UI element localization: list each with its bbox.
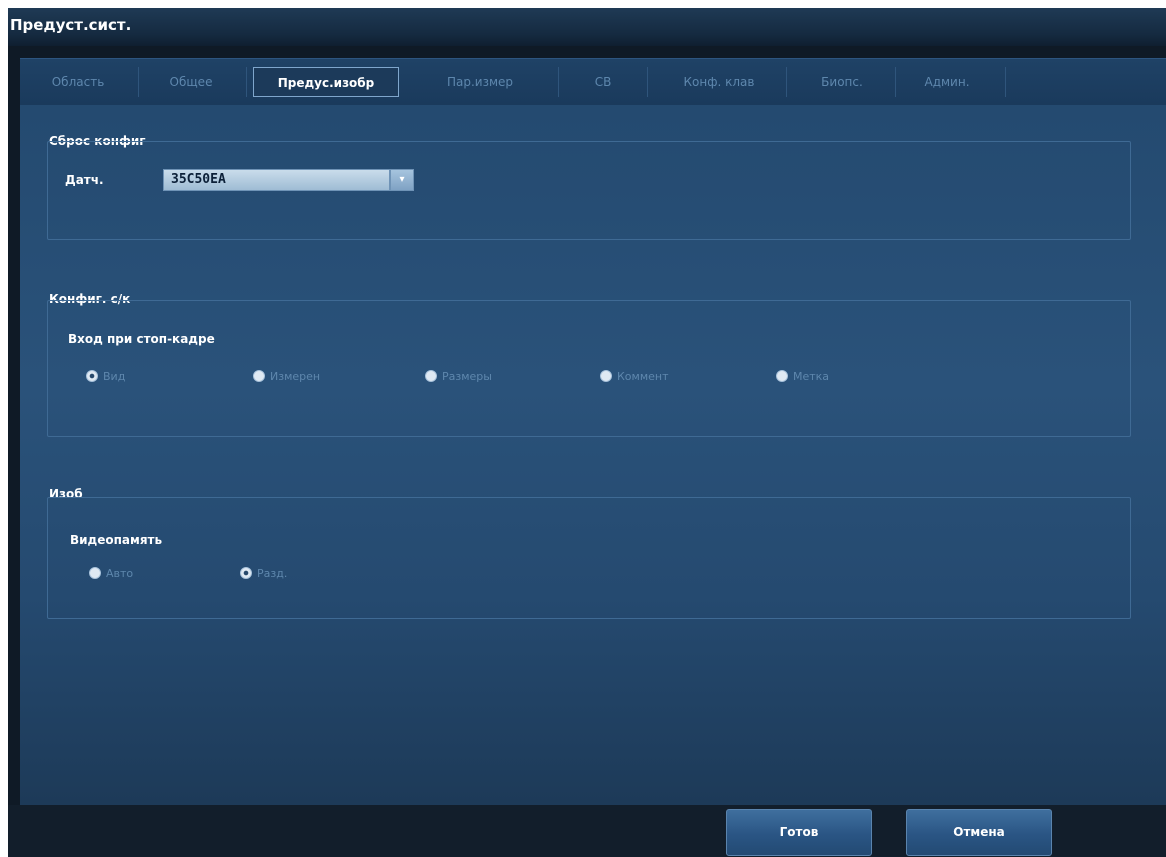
tab-general[interactable]: Общее bbox=[148, 67, 234, 97]
tab-measure-params[interactable]: Пар.измер bbox=[416, 67, 544, 97]
tab-biopsy[interactable]: Биопс. bbox=[794, 67, 890, 97]
preset-dialog: Предуст.сист. Область Общее Предус.изобр… bbox=[8, 8, 1166, 857]
radio-mark[interactable]: Метка bbox=[776, 368, 829, 386]
tab-area[interactable]: Область bbox=[30, 67, 126, 97]
radio-label: Авто bbox=[106, 567, 134, 580]
radio-label: Коммент bbox=[617, 370, 669, 383]
tab-bar: Область Общее Предус.изобр Пар.измер CB … bbox=[20, 58, 1166, 105]
radio-label: Размеры bbox=[442, 370, 492, 383]
radio-auto[interactable]: Авто bbox=[89, 565, 133, 583]
probe-label: Датч. bbox=[65, 173, 104, 187]
tab-separator bbox=[647, 67, 648, 97]
image-group bbox=[47, 497, 1131, 619]
tab-admin[interactable]: Админ. bbox=[902, 67, 992, 97]
radio-split[interactable]: Разд. bbox=[240, 565, 287, 583]
freeze-config-group bbox=[47, 300, 1131, 437]
radio-measure[interactable]: Измерен bbox=[253, 368, 320, 386]
tab-separator bbox=[246, 67, 247, 97]
video-memory-label: Видеопамять bbox=[70, 533, 163, 547]
radio-unchecked-icon bbox=[253, 370, 265, 382]
radio-label: Разд. bbox=[257, 567, 288, 580]
tab-cb[interactable]: CB bbox=[568, 67, 638, 97]
title-bar: Предуст.сист. bbox=[8, 8, 1166, 46]
tab-key-config[interactable]: Конф. клав bbox=[656, 67, 782, 97]
tab-image-preset[interactable]: Предус.изобр bbox=[253, 67, 399, 97]
radio-label: Метка bbox=[793, 370, 830, 383]
tab-separator bbox=[558, 67, 559, 97]
footer-bar: Готов Отмена bbox=[8, 805, 1166, 857]
tab-separator bbox=[138, 67, 139, 97]
window-title: Предуст.сист. bbox=[10, 16, 132, 34]
freeze-entry-label: Вход при стоп-кадре bbox=[68, 332, 215, 346]
ok-button[interactable]: Готов bbox=[726, 809, 872, 856]
tab-separator bbox=[1005, 67, 1006, 97]
radio-dimensions[interactable]: Размеры bbox=[425, 368, 492, 386]
radio-label: Измерен bbox=[270, 370, 321, 383]
radio-unchecked-icon bbox=[776, 370, 788, 382]
tab-separator bbox=[786, 67, 787, 97]
radio-checked-icon bbox=[240, 567, 252, 579]
content-panel: Сброс конфиг Датч. 35C50EA ▾ Конфиг. с/к… bbox=[20, 105, 1166, 805]
probe-select[interactable]: 35C50EA bbox=[163, 169, 390, 191]
radio-comment[interactable]: Коммент bbox=[600, 368, 669, 386]
radio-unchecked-icon bbox=[89, 567, 101, 579]
radio-unchecked-icon bbox=[600, 370, 612, 382]
tab-separator bbox=[895, 67, 896, 97]
radio-unchecked-icon bbox=[425, 370, 437, 382]
dropdown-arrow-icon[interactable]: ▾ bbox=[390, 169, 414, 191]
cancel-button[interactable]: Отмена bbox=[906, 809, 1052, 856]
radio-label: Вид bbox=[103, 370, 126, 383]
radio-checked-icon bbox=[86, 370, 98, 382]
radio-view[interactable]: Вид bbox=[86, 368, 125, 386]
